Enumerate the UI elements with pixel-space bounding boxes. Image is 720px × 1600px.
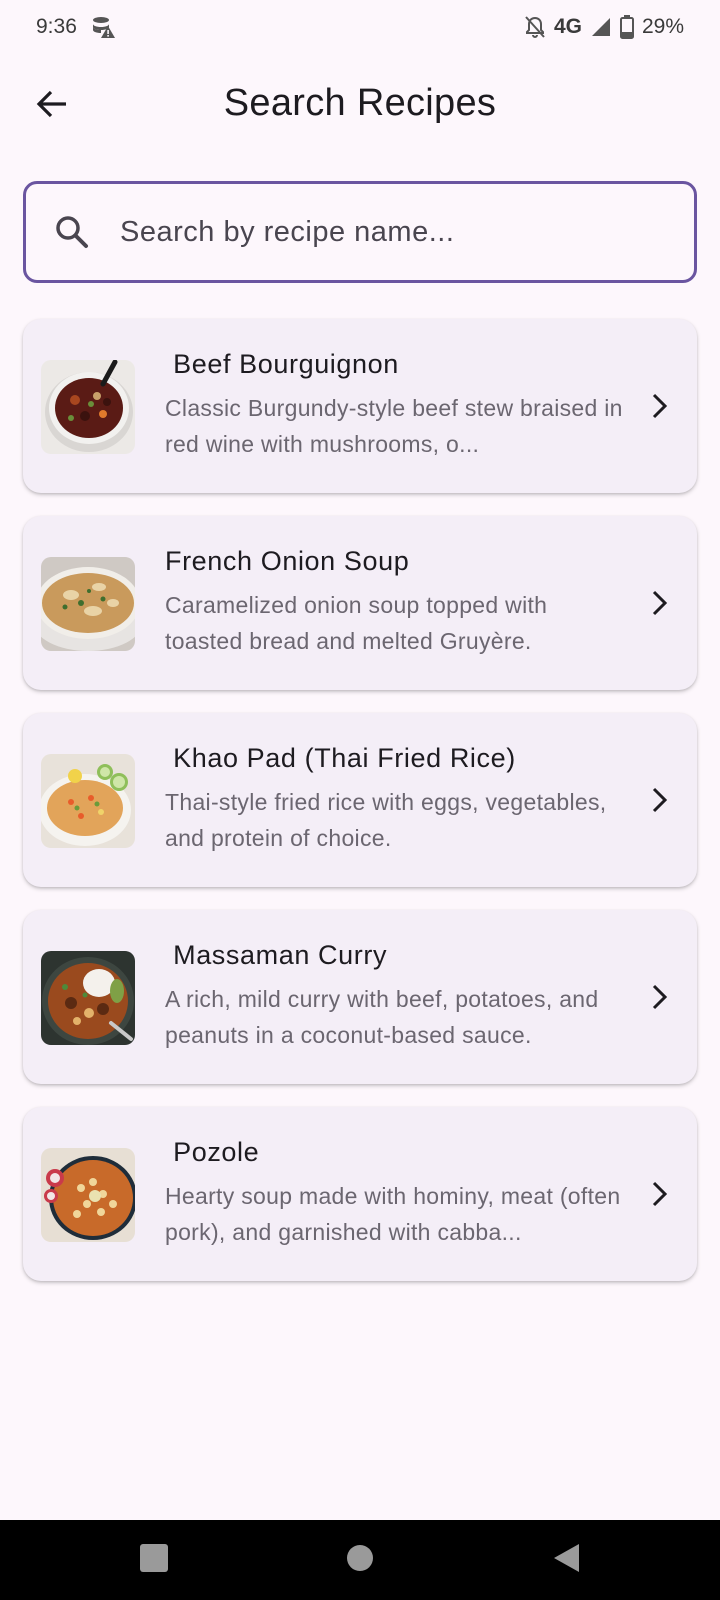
french-onion-soup-thumbnail: [41, 557, 135, 651]
search-box[interactable]: [23, 181, 697, 283]
status-bar: 9:36 4G 29%: [0, 0, 720, 54]
recipe-name: Khao Pad (Thai Fried Rice): [165, 743, 516, 773]
recipe-name: Massaman Curry: [165, 940, 388, 970]
signal-icon: [590, 16, 612, 38]
recipe-card-massaman-curry[interactable]: Massaman Curry A rich, mild curry with b…: [23, 910, 697, 1084]
pozole-thumbnail: [41, 1148, 135, 1242]
recipe-name: Pozole: [165, 1137, 260, 1167]
network-type: 4G: [553, 15, 582, 38]
chevron-right-icon: [645, 586, 675, 620]
recipe-card-french-onion-soup[interactable]: French Onion Soup Caramelized onion soup…: [23, 516, 697, 690]
recipe-name: Beef Bourguignon: [165, 349, 399, 379]
recipe-description: Hearty soup made with hominy, meat (ofte…: [165, 1183, 621, 1245]
status-left: 9:36: [36, 15, 117, 39]
recipe-name: French Onion Soup: [165, 546, 410, 576]
battery-icon: [619, 15, 634, 39]
status-time: 9:36: [36, 15, 77, 38]
chevron-right-icon: [645, 980, 675, 1014]
recents-button[interactable]: [134, 1540, 174, 1580]
recipe-text: Beef Bourguignon Classic Burgundy-style …: [165, 349, 625, 462]
recipe-text: Massaman Curry A rich, mild curry with b…: [165, 940, 625, 1053]
status-right: 4G 29%: [524, 15, 684, 39]
search-input[interactable]: [118, 214, 674, 250]
chevron-right-icon: [645, 1177, 675, 1211]
home-button[interactable]: [340, 1540, 380, 1580]
data-saver-icon: [91, 15, 117, 39]
recipe-text: French Onion Soup Caramelized onion soup…: [165, 546, 625, 659]
search-icon: [52, 212, 92, 252]
recipe-list: Beef Bourguignon Classic Burgundy-style …: [23, 319, 697, 1304]
recipe-description: A rich, mild curry with beef, potatoes, …: [165, 986, 599, 1048]
recipe-description: Thai-style fried rice with eggs, vegetab…: [165, 789, 607, 851]
page-title: Search Recipes: [223, 82, 497, 124]
khao-pad-thumbnail: [41, 754, 135, 848]
system-back-button[interactable]: [546, 1540, 586, 1580]
beef-bourguignon-thumbnail: [41, 360, 135, 454]
recipe-text: Khao Pad (Thai Fried Rice) Thai-style fr…: [165, 743, 625, 856]
recipe-text: Pozole Hearty soup made with hominy, mea…: [165, 1137, 625, 1250]
recipe-card-pozole[interactable]: Pozole Hearty soup made with hominy, mea…: [23, 1107, 697, 1281]
recents-square-icon: [139, 1543, 169, 1578]
massaman-curry-thumbnail: [41, 951, 135, 1045]
recipe-card-khao-pad[interactable]: Khao Pad (Thai Fried Rice) Thai-style fr…: [23, 713, 697, 887]
home-circle-icon: [345, 1543, 375, 1578]
system-nav-bar: [0, 1520, 720, 1600]
recipe-description: Classic Burgundy-style beef stew braised…: [165, 395, 623, 457]
back-triangle-icon: [551, 1542, 581, 1579]
chevron-right-icon: [645, 783, 675, 817]
notifications-off-icon: [524, 15, 546, 39]
chevron-right-icon: [645, 389, 675, 423]
app-bar: Search Recipes: [0, 64, 720, 144]
recipe-description: Caramelized onion soup topped with toast…: [165, 592, 548, 654]
recipe-card-beef-bourguignon[interactable]: Beef Bourguignon Classic Burgundy-style …: [23, 319, 697, 493]
battery-percent: 29%: [641, 15, 684, 38]
